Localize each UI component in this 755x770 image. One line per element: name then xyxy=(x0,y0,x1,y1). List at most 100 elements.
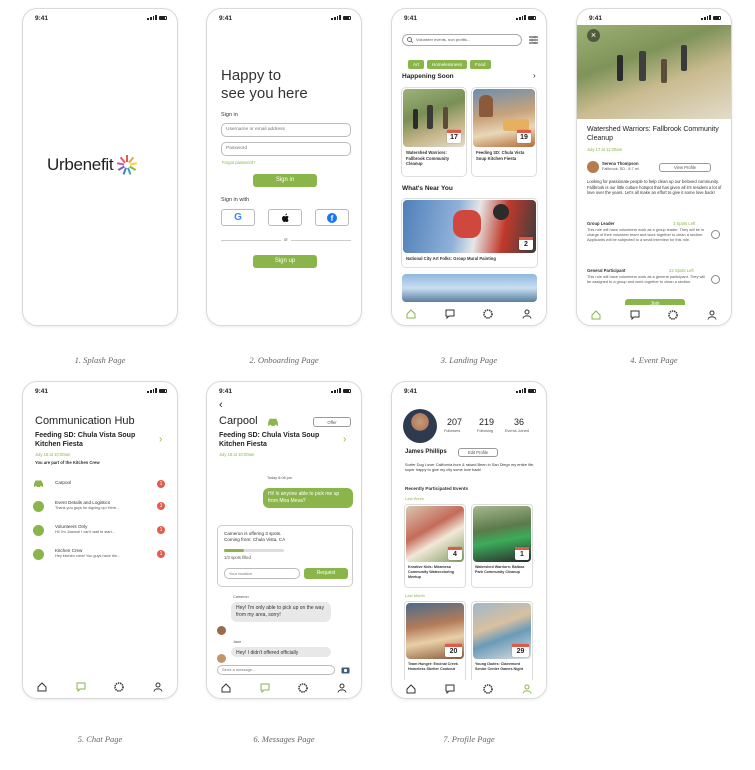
logo-burst-icon[interactable] xyxy=(114,682,125,692)
chat-item-logistics[interactable]: Event Details and Logistics Thank you gu… xyxy=(33,500,169,514)
event-card[interactable]: 4 Kreative Kids: Miramesa Community Wate… xyxy=(404,504,466,588)
event-card[interactable]: 20 Team Hunger: Encinal Creek Homeless S… xyxy=(404,601,466,683)
logo-burst-icon[interactable] xyxy=(483,309,494,319)
car-icon xyxy=(268,418,278,427)
filter-icon[interactable] xyxy=(529,36,538,44)
chevron-right-icon[interactable]: › xyxy=(159,434,162,445)
chat-icon[interactable] xyxy=(445,309,455,319)
last-month-label[interactable]: Last Month xyxy=(405,593,425,599)
role-radio[interactable] xyxy=(711,275,720,284)
chevron-right-icon[interactable]: › xyxy=(343,434,346,445)
events-joined-label: Events Joined xyxy=(505,429,529,433)
last-week-label[interactable]: Last Week xyxy=(405,496,424,502)
following-count: 219 xyxy=(479,417,495,427)
back-arrow-icon[interactable]: ‹ xyxy=(219,399,223,411)
date-badge: 19 xyxy=(517,130,531,143)
date-badge: 4 xyxy=(448,547,462,560)
profile-icon[interactable] xyxy=(153,682,163,692)
view-profile-button[interactable]: View Profile xyxy=(659,163,711,172)
event-card[interactable]: 1 Watershed Warriors: Balboa Park Commun… xyxy=(471,504,533,588)
chevron-right-icon[interactable]: › xyxy=(533,71,536,80)
chat-icon[interactable] xyxy=(260,683,270,693)
caption-messages: 6. Messages Page xyxy=(253,734,315,744)
profile-icon[interactable] xyxy=(337,683,347,693)
car-icon xyxy=(34,480,43,488)
profile-icon[interactable] xyxy=(707,310,717,320)
page-title: Communication Hub xyxy=(35,415,135,427)
chip-art[interactable]: Art xyxy=(408,60,424,69)
date-badge: 20 xyxy=(445,644,462,657)
role-radio[interactable] xyxy=(711,230,720,239)
host-location: Fallbrook, SD - 8.7 mi xyxy=(602,167,639,171)
home-icon[interactable] xyxy=(37,682,47,692)
following-label: Following xyxy=(477,429,494,433)
headline-1: Happy to xyxy=(221,67,282,84)
chat-item-carpool[interactable]: Carpool 1 xyxy=(33,478,169,490)
reply-bubble: Hey! I'm only able to pick up on the way… xyxy=(231,602,331,622)
chat-item-kitchen[interactable]: Kitchen Crew Hey kitchen crew! You guys … xyxy=(33,548,169,562)
headline-2: see you here xyxy=(221,85,308,102)
logo-burst-icon xyxy=(117,155,138,175)
chat-icon[interactable] xyxy=(630,310,640,320)
password-field[interactable]: Password xyxy=(221,142,351,156)
home-icon[interactable] xyxy=(406,684,416,694)
home-icon[interactable] xyxy=(591,310,601,320)
event-screen: 9:41 × Watershed Warriors: Fallbrook Com… xyxy=(576,8,732,326)
event-title: Watershed Warriors: Balboa Park Communit… xyxy=(475,565,525,574)
event-card[interactable]: 29 Young Dudes: Clairemont Senior Center… xyxy=(471,601,533,683)
username-field[interactable]: Username or email address xyxy=(221,123,351,137)
location-input[interactable]: Your location xyxy=(224,568,300,579)
megaphone-icon xyxy=(33,525,44,536)
facebook-button[interactable]: f xyxy=(315,209,349,226)
role-description: This role will have volunteers work as a… xyxy=(587,274,705,284)
role-description: This role will have volunteers work as a… xyxy=(587,227,705,242)
edit-profile-button[interactable]: Edit Profile xyxy=(458,448,498,457)
event-date: July 17 at 11:00am xyxy=(587,147,623,152)
logo-burst-icon[interactable] xyxy=(483,684,494,694)
logo-burst-icon[interactable] xyxy=(298,683,309,693)
profile-icon[interactable] xyxy=(522,684,532,694)
event-title: Feeding SD: Chula Vista Soup Kitchen Fie… xyxy=(35,432,136,448)
sign-up-button[interactable]: Sign up xyxy=(253,255,317,268)
home-icon[interactable] xyxy=(406,309,416,319)
facebook-icon: f xyxy=(327,212,337,223)
event-date: July 18 at 10:00am xyxy=(219,452,255,457)
event-description: Looking for passionate people to help cl… xyxy=(587,179,722,195)
chat-item-volunteers[interactable]: Volunteers Only Hi! I'm Joanna! I can't … xyxy=(33,524,169,538)
event-image[interactable] xyxy=(402,274,537,302)
chat-icon[interactable] xyxy=(76,682,86,692)
chip-homelessness[interactable]: Homelessness xyxy=(426,60,468,69)
sign-in-button[interactable]: Sign in xyxy=(253,174,317,187)
camera-icon[interactable] xyxy=(341,666,350,674)
search-input[interactable]: Volunteer events, non profits... xyxy=(402,34,522,46)
date-badge: 17 xyxy=(447,130,461,143)
offer-button[interactable]: Offer xyxy=(313,417,351,427)
apple-icon xyxy=(281,213,289,222)
apple-button[interactable] xyxy=(268,209,302,226)
home-icon[interactable] xyxy=(221,683,231,693)
forgot-password-link[interactable]: Forgot password? xyxy=(222,160,256,166)
google-button[interactable]: G xyxy=(221,209,255,226)
role-name: General Participant xyxy=(587,268,626,273)
chat-screen: 9:41 Communication Hub Feeding SD: Chula… xyxy=(22,381,178,699)
avatar xyxy=(217,654,226,663)
chat-icon[interactable] xyxy=(445,684,455,694)
event-card[interactable]: 19 Feeding SD: Chula Vista Soup Kitchen … xyxy=(471,87,537,177)
profile-icon[interactable] xyxy=(522,309,532,319)
status-bar: 9:41 xyxy=(23,382,177,398)
landing-screen: 9:41 Volunteer events, non profits... Ar… xyxy=(391,8,547,326)
unread-badge: 1 xyxy=(157,480,165,488)
status-bar: 9:41 xyxy=(392,9,546,25)
avatar xyxy=(217,626,226,635)
event-title: Feeding SD: Chula Vista Soup Kitchen Fie… xyxy=(476,150,525,161)
sign-in-label: Sign in xyxy=(221,112,238,118)
message-input[interactable]: Send a message... xyxy=(217,665,335,675)
logo-burst-icon[interactable] xyxy=(668,310,679,320)
request-button[interactable]: Request xyxy=(304,568,348,579)
chip-food[interactable]: Food xyxy=(470,60,491,69)
event-card[interactable]: 17 Watershed Warriors: Fallbrook Communi… xyxy=(401,87,467,177)
close-icon[interactable]: × xyxy=(587,29,600,42)
near-event-card[interactable]: 2 National City Art Folks: Group Mural P… xyxy=(401,198,538,268)
event-title: Watershed Warriors: Fallbrook Community … xyxy=(587,126,719,142)
avatar xyxy=(587,161,599,173)
